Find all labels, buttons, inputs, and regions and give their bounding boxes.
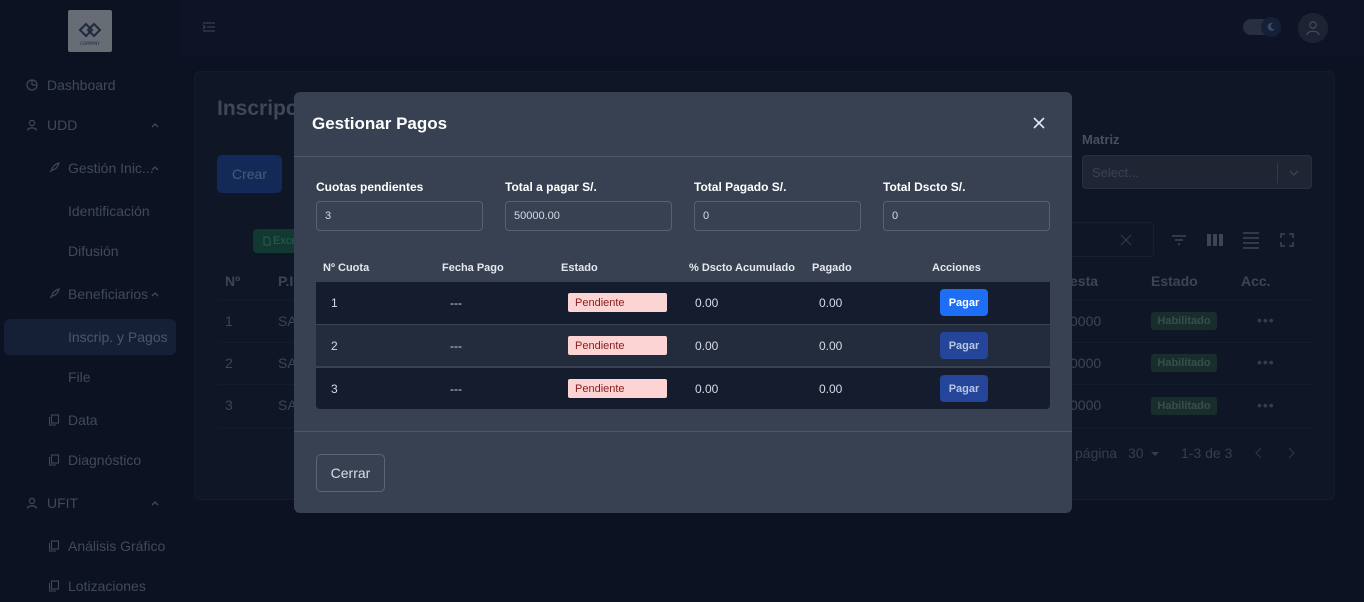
total-pagado-field[interactable]: 0 — [694, 201, 861, 231]
cell-cuota: 3 — [331, 382, 338, 396]
cell-pagado: 0.00 — [819, 382, 843, 396]
column-header-dscto: % Dscto Acumulado — [689, 262, 795, 274]
column-header-acciones: Acciones — [932, 262, 981, 274]
cell-dscto: 0.00 — [695, 296, 719, 310]
payments-modal: Gestionar Pagos Cuotas pendientes 3 Tota… — [294, 92, 1072, 513]
total-pagar-label: Total a pagar S/. — [505, 180, 597, 194]
cell-cuota: 2 — [331, 339, 338, 353]
modal-title: Gestionar Pagos — [312, 114, 448, 133]
total-dscto-field[interactable]: 0 — [883, 201, 1050, 231]
table-row: 2 --- Pendiente 0.00 0.00 Pagar — [316, 324, 1050, 366]
total-dscto-label: Total Dscto S/. — [883, 180, 966, 194]
column-header-pagado: Pagado — [812, 262, 852, 274]
pay-button[interactable]: Pagar — [940, 332, 988, 359]
table-row: 3 --- Pendiente 0.00 0.00 Pagar — [316, 367, 1050, 409]
column-header-estado: Estado — [561, 262, 598, 274]
payments-table: Nº Cuota Fecha Pago Estado % Dscto Acumu… — [316, 254, 1050, 409]
cuotas-pendientes-field[interactable]: 3 — [316, 201, 483, 231]
cuotas-pendientes-label: Cuotas pendientes — [316, 180, 424, 194]
table-header: Nº Cuota Fecha Pago Estado % Dscto Acumu… — [316, 254, 1050, 282]
close-icon[interactable] — [1032, 116, 1046, 130]
status-badge: Pendiente — [568, 336, 667, 355]
column-header-cuota: Nº Cuota — [323, 262, 370, 274]
cell-pagado: 0.00 — [819, 339, 843, 353]
status-badge: Pendiente — [568, 293, 667, 312]
total-pagado-label: Total Pagado S/. — [694, 180, 787, 194]
cell-pagado: 0.00 — [819, 296, 843, 310]
cell-dscto: 0.00 — [695, 382, 719, 396]
total-pagar-field[interactable]: 50000.00 — [505, 201, 672, 231]
status-badge: Pendiente — [568, 379, 667, 398]
pay-button[interactable]: Pagar — [940, 289, 988, 316]
cell-cuota: 1 — [331, 296, 338, 310]
pay-button[interactable]: Pagar — [940, 375, 988, 402]
cell-dscto: 0.00 — [695, 339, 719, 353]
modal-header-divider — [294, 156, 1072, 157]
cell-fecha: --- — [450, 339, 462, 353]
column-header-fecha: Fecha Pago — [442, 262, 504, 274]
table-row: 1 --- Pendiente 0.00 0.00 Pagar — [316, 282, 1050, 324]
cell-fecha: --- — [450, 296, 462, 310]
close-button[interactable]: Cerrar — [316, 454, 385, 492]
modal-footer-divider — [294, 431, 1072, 432]
cell-fecha: --- — [450, 382, 462, 396]
